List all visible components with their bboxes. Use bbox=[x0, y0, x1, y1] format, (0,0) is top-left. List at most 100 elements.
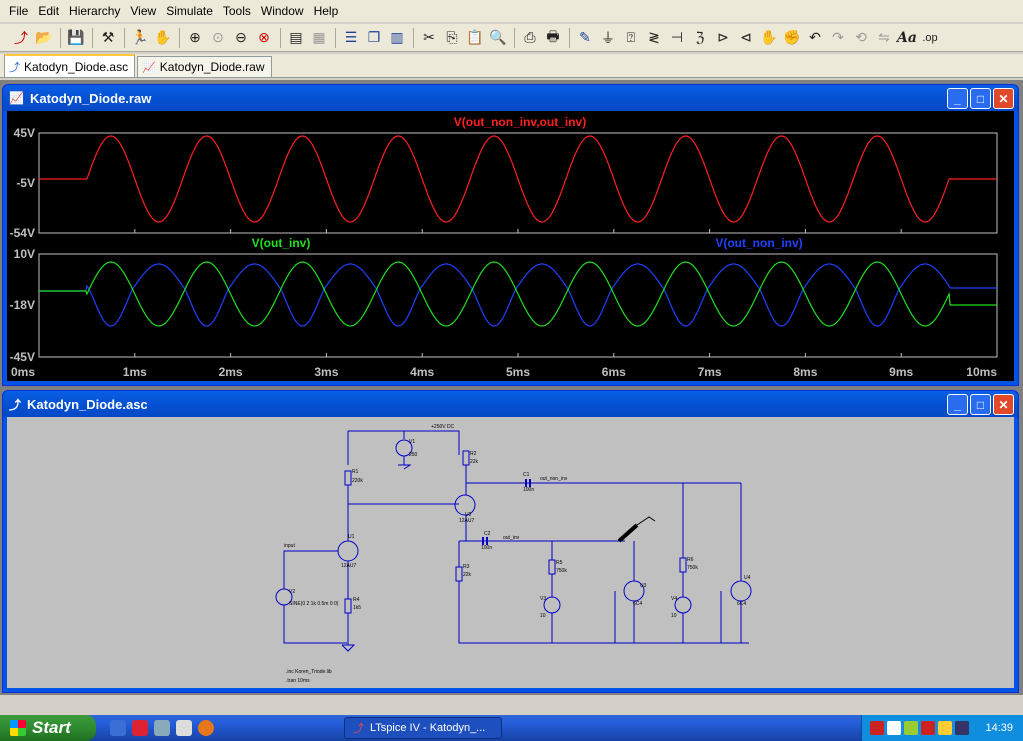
halt-icon[interactable]: ✋ bbox=[152, 27, 174, 49]
save-icon[interactable]: 💾 bbox=[65, 27, 87, 49]
tray-ati-icon[interactable] bbox=[921, 721, 935, 735]
quick-launch bbox=[110, 720, 214, 736]
capacitor-icon[interactable]: ⊣ bbox=[666, 27, 688, 49]
resistor-icon[interactable]: ≷ bbox=[643, 27, 665, 49]
zoom-out-icon[interactable]: ⊖ bbox=[230, 27, 252, 49]
zoom-pan-icon[interactable]: ⊙ bbox=[207, 27, 229, 49]
schematic-canvas[interactable]: +250V DC V1 250 R1 220k R2 22k C1 100n o… bbox=[7, 417, 1014, 688]
menu-view[interactable]: View bbox=[125, 2, 161, 20]
label-net-icon[interactable]: ⍰ bbox=[620, 27, 642, 49]
plot-area[interactable]: 45V -5V -54V 10V -18V -45V 0ms 1ms 2ms 3ms 4ms 5ms 6… bbox=[7, 111, 1014, 381]
tile-horizontal-icon[interactable]: ☰ bbox=[340, 27, 362, 49]
tab-schematic[interactable]: ⤴ Katodyn_Diode.asc bbox=[4, 54, 136, 77]
move-icon[interactable]: ✋ bbox=[758, 27, 780, 49]
copy-icon[interactable]: ⎘ bbox=[441, 27, 463, 49]
label-u2-val: 12AU7 bbox=[459, 518, 475, 524]
maximize-button[interactable]: □ bbox=[970, 88, 991, 109]
firefox-icon[interactable] bbox=[198, 720, 214, 736]
waveform-plot[interactable]: 45V -5V -54V 10V -18V -45V0ms 1ms 2ms 3ms 4ms 5ms 6… bbox=[7, 111, 1014, 381]
find-icon[interactable]: 🔍 bbox=[487, 27, 509, 49]
menu-hierarchy[interactable]: Hierarchy bbox=[64, 2, 125, 20]
tray-tool-icon[interactable] bbox=[938, 721, 952, 735]
new-schematic-icon[interactable]: ⤴ bbox=[10, 27, 32, 49]
text-icon[interactable]: Aa bbox=[896, 27, 918, 49]
minimize-button[interactable]: _ bbox=[947, 88, 968, 109]
cascade-icon[interactable]: ❐ bbox=[363, 27, 385, 49]
cut-icon[interactable]: ✂ bbox=[418, 27, 440, 49]
schematic-icon: ⤴ bbox=[9, 61, 20, 74]
toolbar-separator bbox=[124, 27, 125, 48]
menu-tools[interactable]: Tools bbox=[218, 2, 256, 20]
close-button[interactable]: ✕ bbox=[993, 394, 1014, 415]
desktop-icon[interactable] bbox=[110, 720, 126, 736]
media-icon[interactable] bbox=[176, 720, 192, 736]
menu-window[interactable]: Window bbox=[256, 2, 309, 20]
zoom-in-icon[interactable]: ⊕ bbox=[184, 27, 206, 49]
tray-antivirus-icon[interactable] bbox=[870, 721, 884, 735]
mark-unref-icon[interactable]: ▦ bbox=[308, 27, 330, 49]
spice-directive-icon[interactable]: .op bbox=[919, 27, 941, 49]
label-v1-val: 250 bbox=[409, 452, 418, 458]
window-controls: _ □ ✕ bbox=[947, 394, 1014, 415]
menu-help[interactable]: Help bbox=[309, 2, 344, 20]
diode-icon[interactable]: ⊳ bbox=[712, 27, 734, 49]
redo-icon[interactable]: ↷ bbox=[827, 27, 849, 49]
run-icon[interactable]: 🏃 bbox=[129, 27, 151, 49]
toolbar-separator bbox=[280, 27, 281, 48]
label-v4-val: 10 bbox=[671, 613, 677, 619]
component-icon[interactable]: ⊲ bbox=[735, 27, 757, 49]
label-inc-directive: .inc Koren_Triode.lib bbox=[286, 669, 332, 675]
print-icon[interactable]: 🖶 bbox=[542, 27, 564, 49]
explorer-icon[interactable] bbox=[154, 720, 170, 736]
window-controls: _ □ ✕ bbox=[947, 88, 1014, 109]
paste-icon[interactable]: 📋 bbox=[464, 27, 486, 49]
label-out-non-inv: out_non_inv bbox=[540, 476, 568, 482]
drag-icon[interactable]: ✊ bbox=[781, 27, 803, 49]
window-titlebar[interactable]: ⤴ Katodyn_Diode.asc bbox=[3, 391, 1018, 417]
menu-edit[interactable]: Edit bbox=[33, 2, 64, 20]
control-panel-icon[interactable]: ⚒ bbox=[97, 27, 119, 49]
print-setup-icon[interactable]: ⎙ bbox=[519, 27, 541, 49]
label-c2: C2 bbox=[484, 531, 491, 537]
label-v1: V1 bbox=[409, 439, 415, 445]
window-titlebar[interactable]: 📈 Katodyn_Diode.raw bbox=[3, 85, 1018, 111]
tab-label: Katodyn_Diode.asc bbox=[24, 59, 129, 74]
trace-label-out-non-inv: V(out_non_inv) bbox=[715, 236, 802, 250]
label-u3: U3 bbox=[640, 583, 647, 589]
open-icon[interactable]: 📂 bbox=[33, 27, 55, 49]
start-button[interactable]: Start bbox=[0, 715, 96, 741]
zoom-cancel-icon[interactable]: ⊗ bbox=[253, 27, 275, 49]
label-u3-val: 6C4 bbox=[633, 601, 642, 607]
ltspice-app: File Edit Hierarchy View Simulate Tools … bbox=[0, 0, 1023, 741]
menu-file[interactable]: File bbox=[4, 2, 33, 20]
app-icon[interactable] bbox=[132, 720, 148, 736]
undo-icon[interactable]: ↶ bbox=[804, 27, 826, 49]
wire-icon[interactable]: ✎ bbox=[574, 27, 596, 49]
x-tick: 5ms bbox=[506, 365, 530, 379]
tile-vertical-icon[interactable]: ▥ bbox=[386, 27, 408, 49]
tab-label: Katodyn_Diode.raw bbox=[159, 60, 265, 74]
ground-icon[interactable]: ⏚ bbox=[597, 27, 619, 49]
window-title: Katodyn_Diode.asc bbox=[27, 396, 148, 412]
document-tabs: ⤴ Katodyn_Diode.asc 📈 Katodyn_Diode.raw bbox=[0, 54, 1023, 78]
tray-help-icon[interactable] bbox=[955, 721, 969, 735]
inductor-icon[interactable]: ℨ bbox=[689, 27, 711, 49]
mirror-icon[interactable]: ⇋ bbox=[873, 27, 895, 49]
label-tran-directive: .tran 10ms bbox=[286, 678, 310, 684]
tray-sync-icon[interactable] bbox=[904, 721, 918, 735]
close-button[interactable]: ✕ bbox=[993, 88, 1014, 109]
schematic-drawing[interactable]: +250V DC V1 250 R1 220k R2 22k C1 100n o… bbox=[7, 417, 1014, 688]
taskbar: Start ⤴ LTspice IV - Katodyn_... 14:39 bbox=[0, 715, 1023, 741]
label-input: input bbox=[284, 543, 295, 549]
label-out-inv: out_inv bbox=[503, 535, 520, 541]
label-c2-val: 100n bbox=[481, 545, 492, 551]
tab-waveform[interactable]: 📈 Katodyn_Diode.raw bbox=[137, 56, 272, 77]
ltspice-icon: ⤴ bbox=[353, 723, 364, 735]
menu-simulate[interactable]: Simulate bbox=[161, 2, 218, 20]
rotate-icon[interactable]: ⟲ bbox=[850, 27, 872, 49]
tray-network-icon[interactable] bbox=[887, 721, 901, 735]
maximize-button[interactable]: □ bbox=[970, 394, 991, 415]
minimize-button[interactable]: _ bbox=[947, 394, 968, 415]
autorange-icon[interactable]: ▤ bbox=[285, 27, 307, 49]
taskbar-ltspice[interactable]: ⤴ LTspice IV - Katodyn_... bbox=[344, 717, 502, 739]
